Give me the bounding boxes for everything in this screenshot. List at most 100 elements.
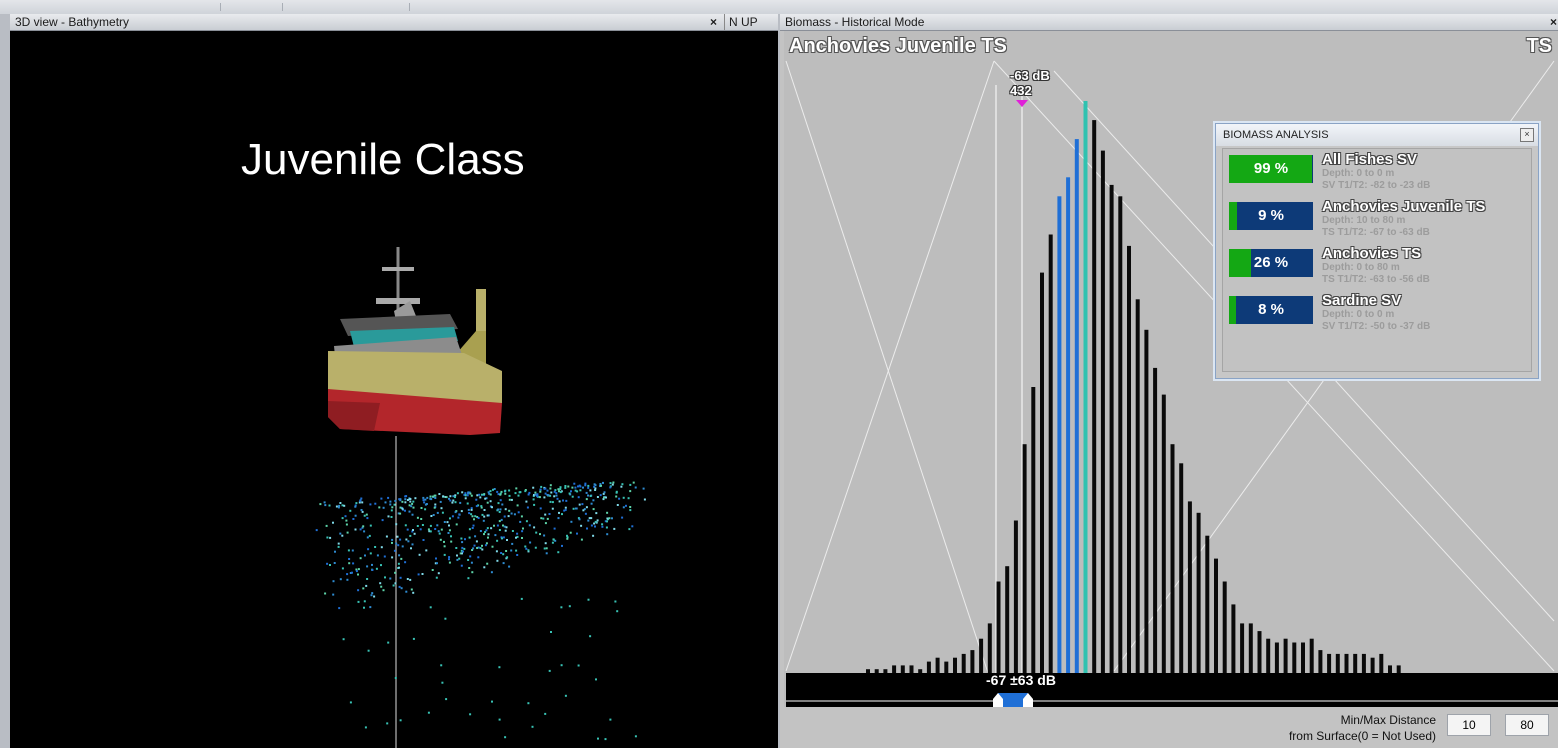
distance-label-line1: Min/Max Distance [1340, 713, 1436, 727]
biomass-class-name: Anchovies Juvenile TS [1322, 198, 1486, 215]
histogram-bar [1100, 150, 1105, 674]
histogram-bar [1048, 234, 1053, 673]
histogram-bar [1179, 463, 1184, 673]
histogram-bar [1283, 638, 1288, 673]
north-up-button[interactable]: N UP [724, 14, 758, 30]
histogram-bar [1396, 665, 1401, 673]
close-icon[interactable]: × [710, 14, 717, 30]
histogram-bar [1118, 196, 1123, 674]
histogram-bar [1170, 444, 1175, 673]
histogram-bar [1083, 101, 1088, 673]
biomass-depth: Depth: 0 to 80 m [1322, 262, 1400, 273]
histogram-bar [1274, 642, 1279, 673]
histogram-bar [1388, 665, 1392, 673]
histogram-bar [1353, 653, 1358, 673]
histogram-bar [1040, 272, 1044, 673]
viewport-label: Juvenile Class [241, 135, 525, 184]
histogram-bar [1318, 650, 1323, 673]
histogram-bar [1240, 623, 1245, 673]
biomass-thresholds: SV T1/T2: -50 to -37 dB [1322, 321, 1431, 332]
toolbar-tab[interactable] [95, 3, 221, 11]
right-window-titlebar[interactable]: Biomass - Historical Mode × [780, 14, 1558, 31]
histogram-bar [1205, 535, 1210, 673]
biomass-thresholds: TS T1/T2: -63 to -56 dB [1322, 274, 1430, 285]
histogram-bar [1327, 653, 1332, 673]
biomass-bar: 9 % [1229, 202, 1313, 230]
biomass-bar: 99 % [1229, 155, 1313, 183]
histogram-bar [1222, 581, 1227, 673]
min-distance-input[interactable] [1447, 714, 1491, 736]
biomass-panel-title: BIOMASS ANALYSIS [1223, 129, 1329, 141]
right-window-title: Biomass - Historical Mode [785, 15, 925, 29]
top-toolbar-strip [0, 0, 1558, 14]
histogram-bar [1161, 394, 1166, 673]
biomass-depth: Depth: 0 to 0 m [1322, 309, 1395, 320]
histogram-bar [1031, 387, 1036, 673]
biomass-percent: 99 % [1253, 160, 1289, 177]
histogram-bar [1379, 653, 1384, 673]
close-icon[interactable]: × [1550, 14, 1557, 30]
histogram-bar [953, 657, 957, 673]
close-icon[interactable]: × [1520, 128, 1534, 142]
histogram-bar [1196, 512, 1201, 673]
biomass-percent: 9 % [1258, 207, 1284, 224]
biomass-class-name: Sardine SV [1322, 292, 1402, 309]
left-window-titlebar[interactable]: 3D view - Bathymetry × N UP [10, 14, 778, 31]
histogram-bar [1127, 245, 1131, 673]
distance-label: Min/Max Distance from Surface(0 = Not Us… [1176, 712, 1436, 744]
histogram-bar [874, 669, 879, 673]
histogram-bar [883, 669, 888, 673]
histogram-bar [1074, 139, 1079, 674]
histogram-bar [892, 665, 897, 673]
max-distance-input[interactable] [1505, 714, 1549, 736]
histogram-title: Anchovies Juvenile TS [789, 35, 1007, 57]
bathymetry-3d-view: 3D view - Bathymetry × N UP Juvenile Cla… [10, 14, 778, 748]
histogram-bar [1257, 631, 1262, 673]
fish-echo-cloud [315, 481, 646, 741]
biomass-depth: Depth: 10 to 80 m [1322, 215, 1406, 226]
biomass-row-anchovies[interactable]: 26 % Anchovies TS Depth: 0 to 80 m TS T1… [1229, 243, 1529, 287]
biomass-thresholds: SV T1/T2: -82 to -23 dB [1322, 180, 1431, 191]
biomass-class-name: Anchovies TS [1322, 245, 1422, 262]
histogram-bar [1370, 657, 1375, 673]
biomass-panel-titlebar[interactable]: BIOMASS ANALYSIS × [1216, 124, 1538, 146]
toolbar-tab[interactable] [284, 3, 410, 11]
histogram-bar [1066, 177, 1071, 674]
histogram-bar [1301, 642, 1305, 673]
biomass-class-name: All Fishes SV [1322, 151, 1418, 168]
biomass-percent: 26 % [1253, 254, 1289, 271]
mode-label: TS [1526, 35, 1552, 57]
histogram-bar [979, 638, 984, 673]
vessel-icon [328, 247, 502, 435]
threshold-db-readout: -63 dB [1010, 68, 1050, 83]
biomass-bar: 26 % [1229, 249, 1313, 277]
threshold-band [786, 673, 1558, 707]
histogram-bar [1344, 653, 1349, 673]
histogram-bar [1266, 638, 1271, 673]
histogram-bar [1005, 566, 1010, 673]
3d-viewport[interactable]: Juvenile Class [10, 31, 778, 748]
histogram-bar [1214, 558, 1218, 673]
threshold-marker-icon [1016, 100, 1028, 107]
histogram-bar [1092, 120, 1097, 674]
histogram-bar [935, 657, 940, 673]
histogram-bar [1248, 623, 1253, 673]
histogram-bar [996, 581, 1001, 673]
histogram-bar [1057, 196, 1062, 674]
histogram-bar [1013, 520, 1018, 673]
biomass-row-anchovies-juvenile[interactable]: 9 % Anchovies Juvenile TS Depth: 10 to 8… [1229, 196, 1529, 240]
biomass-analysis-panel: BIOMASS ANALYSIS × 99 % All Fishes SV De… [1215, 123, 1539, 379]
biomass-row-sardine[interactable]: 8 % Sardine SV Depth: 0 to 0 m SV T1/T2:… [1229, 290, 1529, 334]
histogram-bar [1309, 638, 1314, 673]
toolbar-tab[interactable] [222, 3, 283, 11]
histogram-bar [1231, 604, 1236, 673]
biomass-row-all-fishes[interactable]: 99 % All Fishes SV Depth: 0 to 0 m SV T1… [1229, 149, 1529, 193]
left-window-title: 3D view - Bathymetry [15, 15, 130, 29]
histogram-bar [1361, 653, 1366, 673]
histogram-bar [900, 665, 905, 673]
histogram-bar [1335, 653, 1340, 673]
biomass-depth: Depth: 0 to 0 m [1322, 168, 1395, 179]
histogram-bar [1109, 184, 1114, 673]
biomass-thresholds: TS T1/T2: -67 to -63 dB [1322, 227, 1430, 238]
histogram-bar [926, 661, 931, 673]
